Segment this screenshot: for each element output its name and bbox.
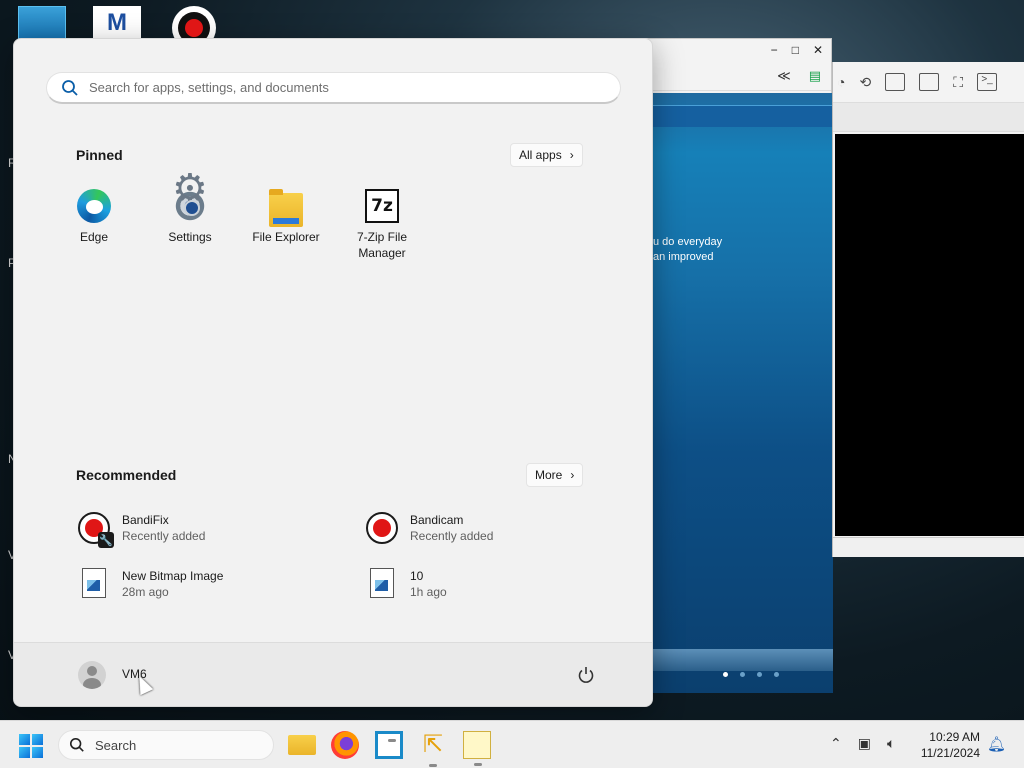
recommended-item-subtitle: 1h ago (410, 585, 447, 599)
bottom-panel-icon[interactable] (919, 73, 940, 91)
start-menu: Pinned All apps › Edge Settings File Exp… (13, 38, 653, 707)
power-icon[interactable] (576, 665, 596, 685)
notes-icon[interactable]: ▤ (809, 68, 821, 84)
taskbar-virtualbox[interactable] (375, 731, 403, 759)
promo-line: an improved (653, 251, 714, 263)
desktop-icon-m-logo[interactable]: M (93, 6, 141, 40)
vm-window[interactable]: ◔ ⟲ ⛶ >_ (832, 62, 1024, 557)
vm-toolbar: ◔ ⟲ ⛶ >_ (833, 62, 1024, 102)
taskbar-file-explorer[interactable] (288, 735, 316, 755)
taskbar-search-label: Search (95, 737, 137, 753)
terminal-icon[interactable]: >_ (977, 73, 998, 91)
promo-text: u do everyday an improved (653, 235, 722, 265)
pinned-apps-grid: Edge Settings File Explorer 7z 7-Zip Fil… (46, 181, 430, 261)
taskbar-search[interactable]: Search (58, 730, 274, 760)
recommended-title: Recommended (76, 467, 177, 483)
vm-tab-bar (833, 102, 1024, 132)
recommended-item-10[interactable]: 10 1h ago (366, 568, 447, 600)
recommended-item-name: New Bitmap Image (122, 569, 224, 583)
recommended-item-name: BandiFix (122, 513, 169, 527)
pinned-app-label: Settings (168, 230, 212, 244)
window-content: u do everyday an improved (653, 93, 833, 693)
taskbar-firefox[interactable] (331, 731, 359, 759)
start-button[interactable] (16, 731, 46, 761)
history-icon[interactable]: ⟲ (859, 74, 871, 91)
taskbar: Search ⇱ ⌃ ▣ 🔈︎ 10:29 AM 11/21/2024 🔔︎ (0, 720, 1024, 768)
clock-time: 10:29 AM (929, 730, 980, 744)
edge-icon (77, 189, 111, 223)
background-app-window[interactable]: − □ ✕ ≪ ▤ u do everyday an improved (640, 38, 833, 693)
pinned-app-label: Edge (79, 230, 109, 244)
close-button[interactable]: ✕ (813, 43, 823, 57)
maximize-button[interactable]: □ (792, 43, 799, 57)
recommended-item-name: Bandicam (410, 513, 464, 527)
split-view-icon[interactable] (885, 73, 906, 91)
window-titlebar: − □ ✕ (641, 39, 831, 61)
chevron-up-icon[interactable]: ⌃ (830, 735, 842, 752)
snapshot-icon[interactable]: ◔ (837, 74, 845, 90)
desktop-icon-1[interactable] (18, 6, 66, 40)
folder-icon (269, 189, 303, 227)
clock[interactable]: 10:29 AM 11/21/2024 (921, 729, 980, 761)
recommended-item-name: 10 (410, 569, 424, 583)
pinned-app-label: File Explorer (252, 230, 320, 244)
recommended-item-bandicam[interactable]: Bandicam Recently added (366, 512, 493, 544)
more-label: More (535, 468, 563, 482)
more-button[interactable]: More › (526, 463, 584, 487)
chevron-right-icon: › (570, 468, 575, 482)
pinned-app-settings[interactable]: Settings (142, 181, 238, 261)
minimize-button[interactable]: − (771, 43, 778, 57)
content-strip (653, 105, 833, 127)
bandifix-icon: 🔧 (78, 512, 114, 548)
notification-bell-icon[interactable]: 🔔︎ (987, 735, 1006, 753)
wrench-icon: 🔧 (98, 532, 114, 548)
start-footer: VM6 (14, 642, 652, 706)
system-tray: ⌃ ▣ 🔈︎ (830, 735, 895, 752)
vm-status-bar (833, 537, 1024, 557)
all-apps-button[interactable]: All apps › (510, 143, 583, 167)
settings-icon (172, 181, 208, 223)
chevron-right-icon: › (569, 148, 574, 162)
recommended-item-subtitle: 28m ago (122, 585, 169, 599)
vm-screen[interactable] (835, 134, 1024, 536)
recommended-item-subtitle: Recently added (122, 529, 206, 543)
pinned-app-label: 7-Zip File Manager (356, 230, 407, 260)
taskbar-app-arrows[interactable]: ⇱ (419, 731, 447, 767)
search-icon (69, 737, 84, 752)
image-file-icon (370, 568, 394, 598)
fullscreen-icon[interactable]: ⛶ (953, 74, 963, 91)
logo-letter: M (107, 9, 127, 36)
7zip-icon: 7z (365, 189, 399, 223)
pinned-title: Pinned (76, 147, 123, 163)
collapse-icon[interactable]: ≪ (777, 68, 791, 84)
image-file-icon (82, 568, 106, 598)
taskbar-notepad[interactable] (463, 731, 491, 766)
avatar[interactable] (78, 661, 106, 689)
promo-line: u do everyday (653, 236, 723, 248)
carousel-dots[interactable] (723, 672, 779, 677)
pinned-app-edge[interactable]: Edge (46, 189, 142, 261)
window-toolbar: ≪ ▤ (641, 61, 831, 91)
clock-date: 11/21/2024 (920, 746, 980, 760)
network-icon[interactable]: ▣ (858, 735, 871, 752)
bandicam-icon (366, 512, 398, 544)
pinned-app-7zip[interactable]: 7z 7-Zip File Manager (334, 189, 430, 261)
recommended-item-bandifix[interactable]: 🔧 BandiFix Recently added (78, 512, 206, 548)
pinned-app-file-explorer[interactable]: File Explorer (238, 189, 334, 261)
recommended-item-subtitle: Recently added (410, 529, 494, 543)
volume-icon[interactable]: 🔈︎ (887, 735, 895, 752)
content-bottom-bar (653, 649, 833, 671)
recommended-item-new-bitmap[interactable]: New Bitmap Image 28m ago (78, 568, 223, 600)
start-search-input[interactable] (89, 80, 589, 95)
start-search-box[interactable] (46, 72, 621, 104)
search-icon (62, 79, 78, 96)
all-apps-label: All apps (519, 148, 562, 162)
